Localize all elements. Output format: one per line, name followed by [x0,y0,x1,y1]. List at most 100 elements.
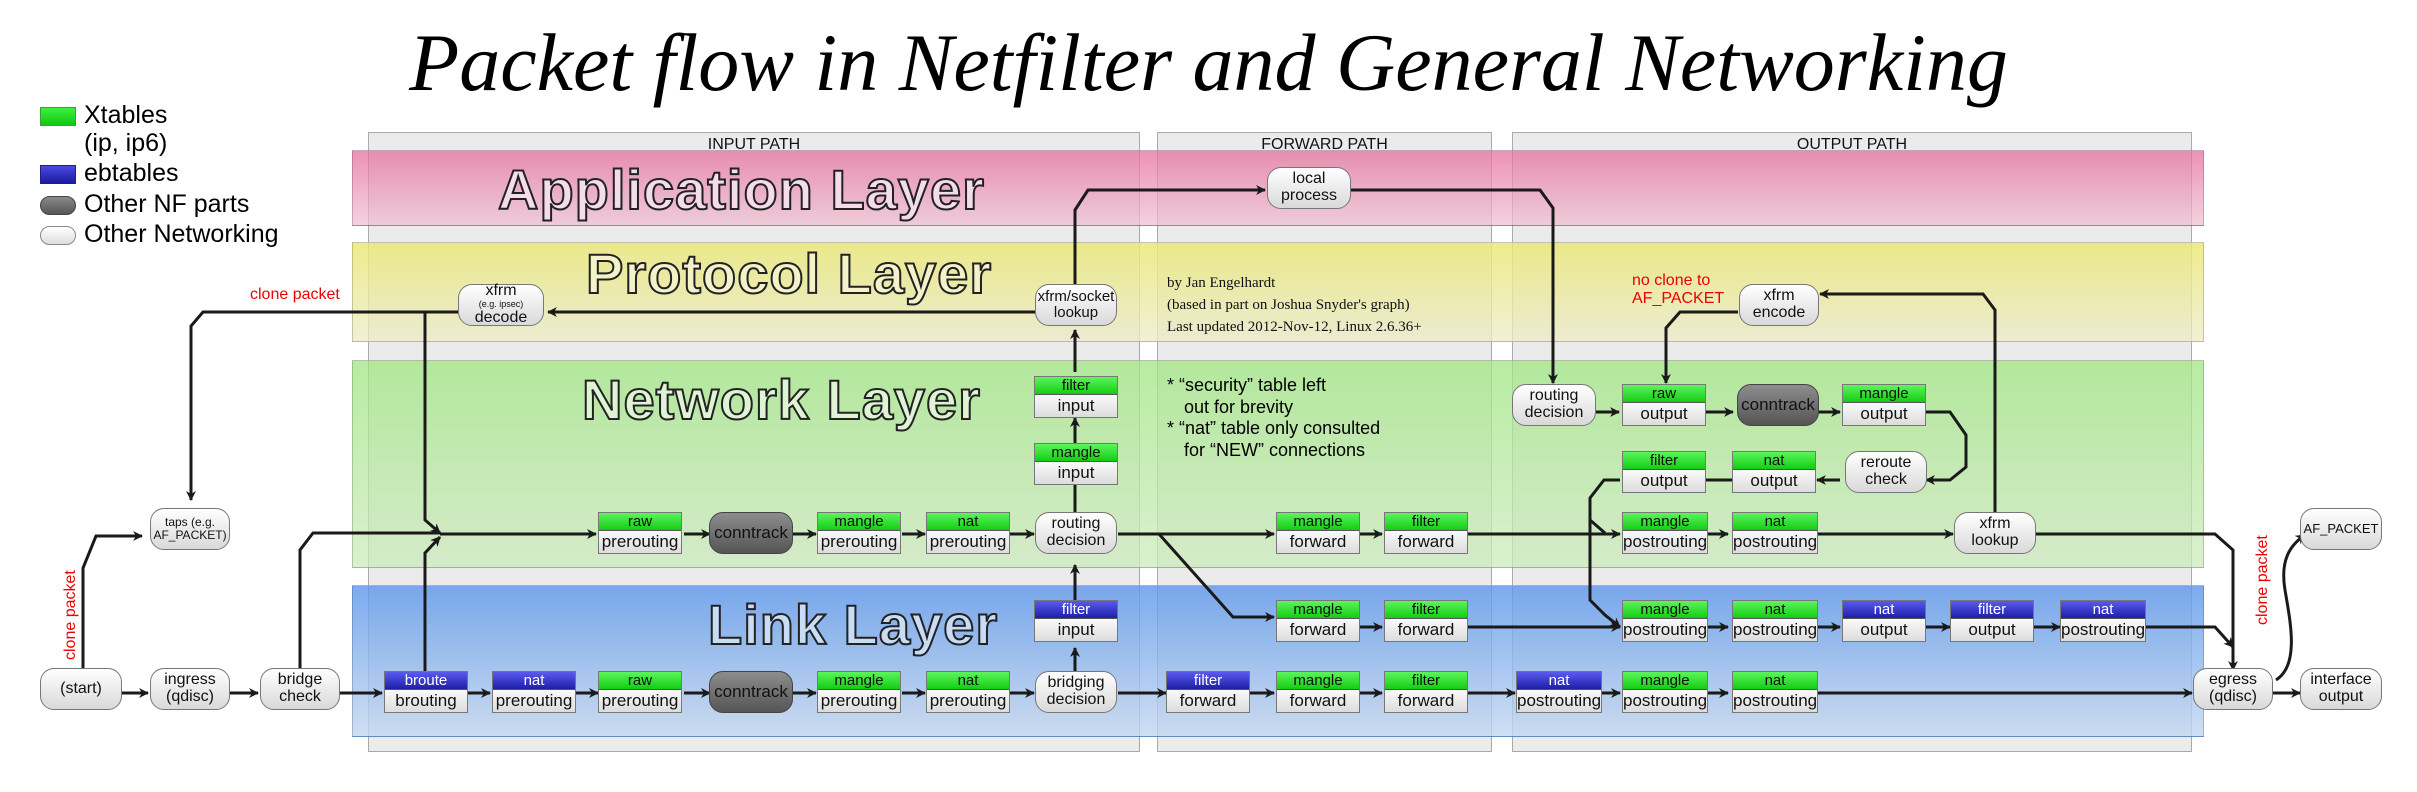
arrow-clone-taps [81,531,143,673]
egress-qdisc-node[interactable]: egress (qdisc) [2193,668,2273,710]
routing-decision-output-node[interactable]: routing decision [1512,384,1596,426]
hook-nat-output[interactable]: nat output [1732,451,1816,493]
hook-mangle-postrouting[interactable]: mangle postrouting [1622,512,1708,554]
hook-table-label: nat [1733,452,1815,470]
hook-table-label: nat [927,672,1009,690]
hook-chain-label: postrouting [1733,531,1818,553]
hook-raw-prerouting[interactable]: raw prerouting [598,671,682,713]
table-notes: * “security” table left out for brevity … [1167,375,1381,460]
hook-chain-label: prerouting [599,531,681,553]
hook-table-label: nat [927,513,1009,531]
hook-chain-label: prerouting [493,690,575,712]
hook-chain-label: brouting [385,690,467,712]
hook-mangle-input[interactable]: mangle input [1034,443,1118,485]
start-node[interactable]: (start) [40,668,122,710]
reroute-check-node[interactable]: reroute check [1845,451,1927,493]
hook-chain-label: forward [1277,690,1359,712]
hook-chain-label: postrouting [1517,690,1602,712]
arrow-bridge-up [298,531,440,673]
hook-chain-label: output [1623,470,1705,492]
hook-filter-output[interactable]: filter output [1622,451,1706,493]
xfrm-socket-lookup-node[interactable]: xfrm/socket lookup [1035,284,1117,326]
hook-mangle-forward[interactable]: mangle forward [1276,671,1360,713]
hook-chain-label: forward [1277,531,1359,553]
hook-chain-label: postrouting [1733,690,1818,712]
hook-table-label: raw [1623,385,1705,403]
hook-table-label: filter [1385,513,1467,531]
hook-table-label: mangle [1623,513,1707,531]
hook-mangle-forward[interactable]: mangle forward [1276,512,1360,554]
interface-output-node[interactable]: interface output [2300,668,2382,710]
hook-table-label: filter [1951,601,2033,619]
hook-filter-forward[interactable]: filter forward [1166,671,1250,713]
hook-mangle-output[interactable]: mangle output [1842,384,1926,426]
hook-filter-input[interactable]: filter input [1034,600,1118,642]
hook-nat-prerouting[interactable]: nat prerouting [492,671,576,713]
hook-table-label: filter [1167,672,1249,690]
hook-table-label: mangle [1035,444,1117,462]
hook-chain-label: output [1843,403,1925,425]
hook-table-label: filter [1385,672,1467,690]
hook-chain-label: prerouting [818,690,900,712]
hook-table-label: nat [493,672,575,690]
conntrack-output-node[interactable]: conntrack [1737,384,1819,426]
routing-decision-input-node[interactable]: routing decision [1035,512,1117,554]
ingress-qdisc-node[interactable]: ingress (qdisc) [150,668,230,710]
xfrm-decode-node[interactable]: xfrm (e.g. ipsec) decode [458,283,544,326]
hook-chain-label: forward [1385,531,1467,553]
hook-table-label: filter [1385,601,1467,619]
af-packet-node[interactable]: AF_PACKET [2300,508,2382,550]
hook-chain-label: postrouting [1623,690,1708,712]
conntrack-link-node[interactable]: conntrack [709,671,793,713]
hook-table-label: nat [1733,601,1817,619]
hook-chain-label: output [1951,619,2033,641]
hook-chain-label: input [1035,619,1117,641]
hook-mangle-prerouting[interactable]: mangle prerouting [817,671,901,713]
hook-chain-label: input [1035,462,1117,484]
hook-mangle-forward[interactable]: mangle forward [1276,600,1360,642]
hook-chain-label: prerouting [599,690,681,712]
xfrm-lookup-node[interactable]: xfrm lookup [1954,512,2036,554]
hook-nat-output[interactable]: nat output [1842,600,1926,642]
hook-mangle-prerouting[interactable]: mangle prerouting [817,512,901,554]
xfrm-encode-node[interactable]: xfrm encode [1739,284,1819,326]
hook-filter-forward[interactable]: filter forward [1384,671,1468,713]
hook-filter-input[interactable]: filter input [1034,376,1118,418]
hook-mangle-postrouting[interactable]: mangle postrouting [1622,600,1708,642]
hook-nat-postrouting[interactable]: nat postrouting [1732,600,1818,642]
conntrack-network-node[interactable]: conntrack [709,512,793,554]
clone-packet-label-top: clone packet [250,286,340,303]
local-process-node[interactable]: local process [1267,167,1351,209]
hook-nat-postrouting[interactable]: nat postrouting [2060,600,2146,642]
hook-filter-forward[interactable]: filter forward [1384,512,1468,554]
hook-broute-brouting[interactable]: broute brouting [384,671,468,713]
hook-raw-prerouting[interactable]: raw prerouting [598,512,682,554]
hook-filter-forward[interactable]: filter forward [1384,600,1468,642]
hook-chain-label: input [1035,395,1117,417]
taps-node[interactable]: taps (e.g. AF_PACKET) [150,508,230,550]
hook-chain-label: prerouting [927,531,1009,553]
hook-table-label: mangle [1623,601,1707,619]
hook-table-label: mangle [1277,601,1359,619]
hook-table-label: raw [599,672,681,690]
bridge-check-node[interactable]: bridge check [260,668,340,710]
credits-note: by Jan Engelhardt (based in part on Josh… [1167,275,1422,335]
hook-raw-output[interactable]: raw output [1622,384,1706,426]
hook-chain-label: postrouting [1623,531,1708,553]
hook-nat-prerouting[interactable]: nat prerouting [926,671,1010,713]
hook-table-label: mangle [818,513,900,531]
hook-chain-label: forward [1167,690,1249,712]
hook-table-label: filter [1623,452,1705,470]
hook-nat-postrouting[interactable]: nat postrouting [1516,671,1602,713]
hook-table-label: mangle [818,672,900,690]
hook-nat-prerouting[interactable]: nat prerouting [926,512,1010,554]
bridging-decision-node[interactable]: bridging decision [1035,671,1117,713]
hook-chain-label: forward [1385,619,1467,641]
hook-nat-postrouting[interactable]: nat postrouting [1732,671,1818,713]
hook-table-label: nat [2061,601,2145,619]
hook-mangle-postrouting[interactable]: mangle postrouting [1622,671,1708,713]
hook-nat-postrouting[interactable]: nat postrouting [1732,512,1818,554]
hook-filter-output[interactable]: filter output [1950,600,2034,642]
arrow-broute-up [423,535,442,673]
no-clone-label: no clone to AF_PACKET [1632,272,1725,307]
